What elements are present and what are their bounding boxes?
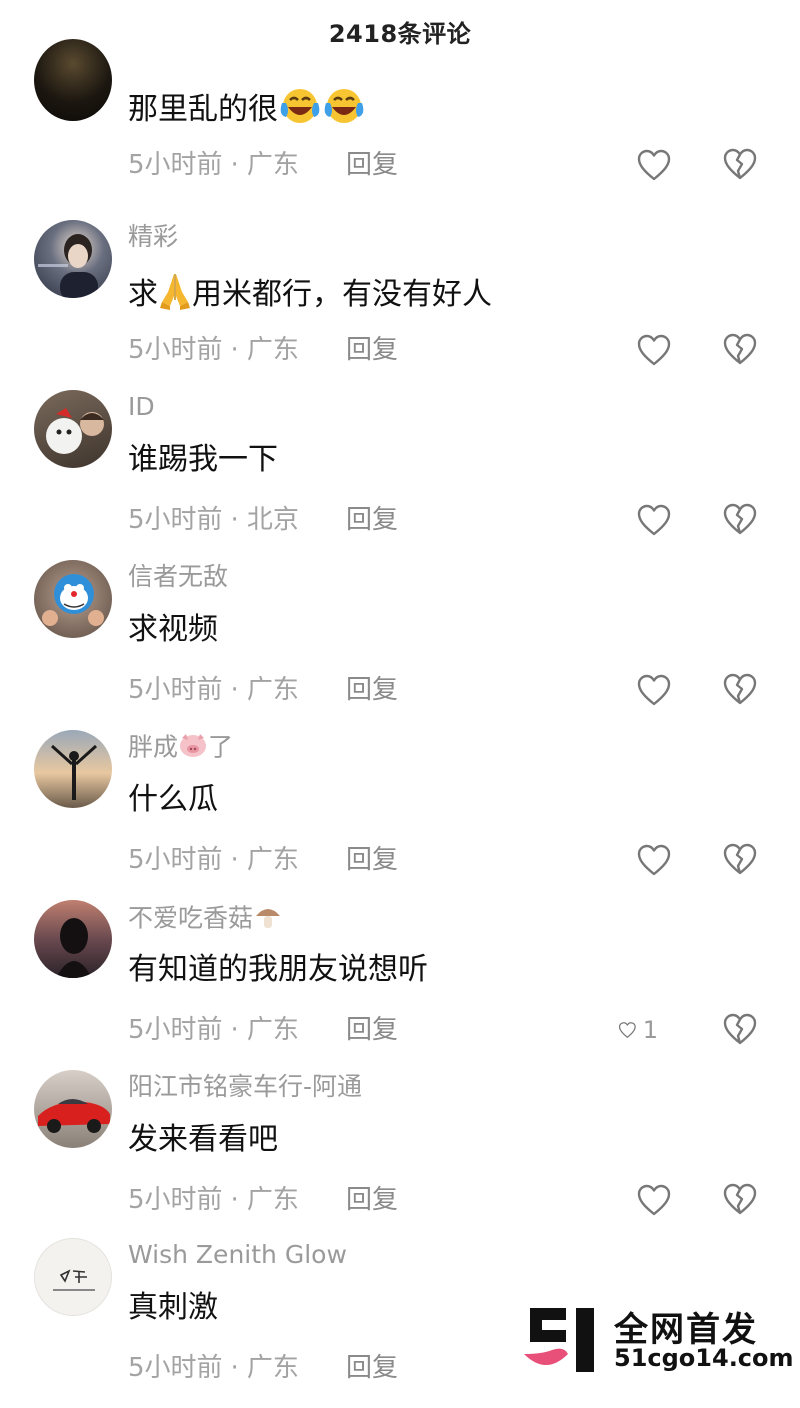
broken-heart-icon [723, 843, 757, 875]
broken-heart-icon [723, 1013, 757, 1045]
dislike-button[interactable] [722, 147, 762, 183]
username[interactable]: ID [128, 392, 155, 422]
dislike-button[interactable] [722, 842, 762, 878]
comment-count-title: 2418条评论 [328, 19, 472, 48]
reply-button[interactable]: 回复 [346, 1014, 398, 1046]
dislike-button[interactable] [722, 502, 762, 538]
like-button[interactable] [636, 672, 676, 708]
comment-text: 那里乱的很 [128, 85, 366, 136]
like-button[interactable]: 1 [618, 1012, 658, 1048]
username[interactable]: 精彩 [128, 222, 178, 252]
broken-heart-icon [723, 148, 757, 180]
avatar[interactable] [34, 1238, 112, 1316]
watermark-logo [524, 1308, 594, 1372]
dislike-button[interactable] [722, 332, 762, 368]
comment-text: 求视频 [128, 612, 218, 647]
avatar[interactable] [34, 390, 112, 468]
heart-icon [637, 504, 671, 536]
avatar[interactable] [34, 900, 112, 978]
reply-button[interactable]: 回复 [346, 149, 398, 181]
watermark: 全网首发 51cgo14.com [522, 1300, 794, 1380]
dislike-button[interactable] [722, 672, 762, 708]
comment-meta: 5小时前 · 广东 [128, 845, 299, 875]
avatar[interactable] [34, 220, 112, 298]
comment-meta: 5小时前 · 广东 [128, 150, 299, 180]
reply-button[interactable]: 回复 [346, 674, 398, 706]
reply-button[interactable]: 回复 [346, 1184, 398, 1216]
comment-meta: 5小时前 · 广东 [128, 1185, 299, 1215]
broken-heart-icon [723, 1183, 757, 1215]
avatar[interactable] [34, 1070, 112, 1148]
watermark-line2: 51cgo14.com [614, 1344, 794, 1372]
avatar[interactable] [34, 560, 112, 638]
pig-face-emoji [178, 732, 208, 765]
username[interactable]: 阳江市铭豪车行-阿通 [128, 1072, 362, 1102]
broken-heart-icon [723, 503, 757, 535]
comment-text: 发来看看吧 [128, 1122, 278, 1157]
comment-meta: 5小时前 · 广东 [128, 675, 299, 705]
like-button[interactable] [636, 502, 676, 538]
comment-text: 求 用米都行，有没有好人 [128, 270, 492, 321]
reply-button[interactable]: 回复 [346, 504, 398, 536]
comment-text: 真刺激 [128, 1290, 218, 1325]
like-count: 1 [642, 1016, 658, 1044]
comment-item: 胖成 了 什么瓜 5小时前 · 广东 回复 [0, 730, 800, 900]
broken-heart-icon [723, 333, 757, 365]
heart-icon [637, 334, 671, 366]
comment-text: 什么瓜 [128, 782, 218, 817]
comment-item: 阳江市铭豪车行-阿通 发来看看吧 5小时前 · 广东 回复 [0, 1070, 800, 1240]
heart-icon [637, 149, 671, 181]
comment-item: 不爱吃香菇 有知道的我朋友说想听 5小时前 · 广东 回复 1 [0, 900, 800, 1070]
username[interactable]: Wish Zenith Glow [128, 1240, 347, 1270]
comment-text: 谁踢我一下 [128, 442, 278, 477]
comment-meta: 5小时前 · 广东 [128, 1353, 299, 1383]
avatar[interactable] [34, 39, 112, 121]
comments-header: 2418条评论 [0, 0, 800, 62]
reply-button[interactable]: 回复 [346, 334, 398, 366]
heart-icon [618, 1022, 636, 1038]
heart-icon [637, 1184, 671, 1216]
comment-item: ID 谁踢我一下 5小时前 · 北京 回复 [0, 390, 800, 560]
comment-meta: 5小时前 · 广东 [128, 335, 299, 365]
like-button[interactable] [636, 842, 676, 878]
like-button[interactable] [636, 332, 676, 368]
heart-icon [637, 844, 671, 876]
username[interactable]: 信者无敌 [128, 562, 228, 592]
like-button[interactable] [636, 147, 676, 183]
comment-meta: 5小时前 · 北京 [128, 505, 299, 535]
dislike-button[interactable] [722, 1182, 762, 1218]
like-button[interactable] [636, 1182, 676, 1218]
comment-text: 有知道的我朋友说想听 [128, 952, 428, 987]
mushroom-emoji [253, 902, 283, 937]
laughing-crying-emoji [278, 85, 322, 136]
laughing-crying-emoji [322, 85, 366, 136]
comment-meta: 5小时前 · 广东 [128, 1015, 299, 1045]
avatar[interactable] [34, 730, 112, 808]
username[interactable]: 胖成 了 [128, 732, 233, 765]
dislike-button[interactable] [722, 1012, 762, 1048]
comment-item: 信者无敌 求视频 5小时前 · 广东 回复 [0, 560, 800, 730]
heart-icon [637, 674, 671, 706]
reply-button[interactable]: 回复 [346, 1352, 398, 1384]
reply-button[interactable]: 回复 [346, 844, 398, 876]
username[interactable]: 不爱吃香菇 [128, 902, 283, 937]
comment-item: 精彩 求 用米都行，有没有好人 5小时前 · 广东 回复 [0, 220, 800, 390]
praying-hands-emoji [158, 270, 192, 321]
broken-heart-icon [723, 673, 757, 705]
